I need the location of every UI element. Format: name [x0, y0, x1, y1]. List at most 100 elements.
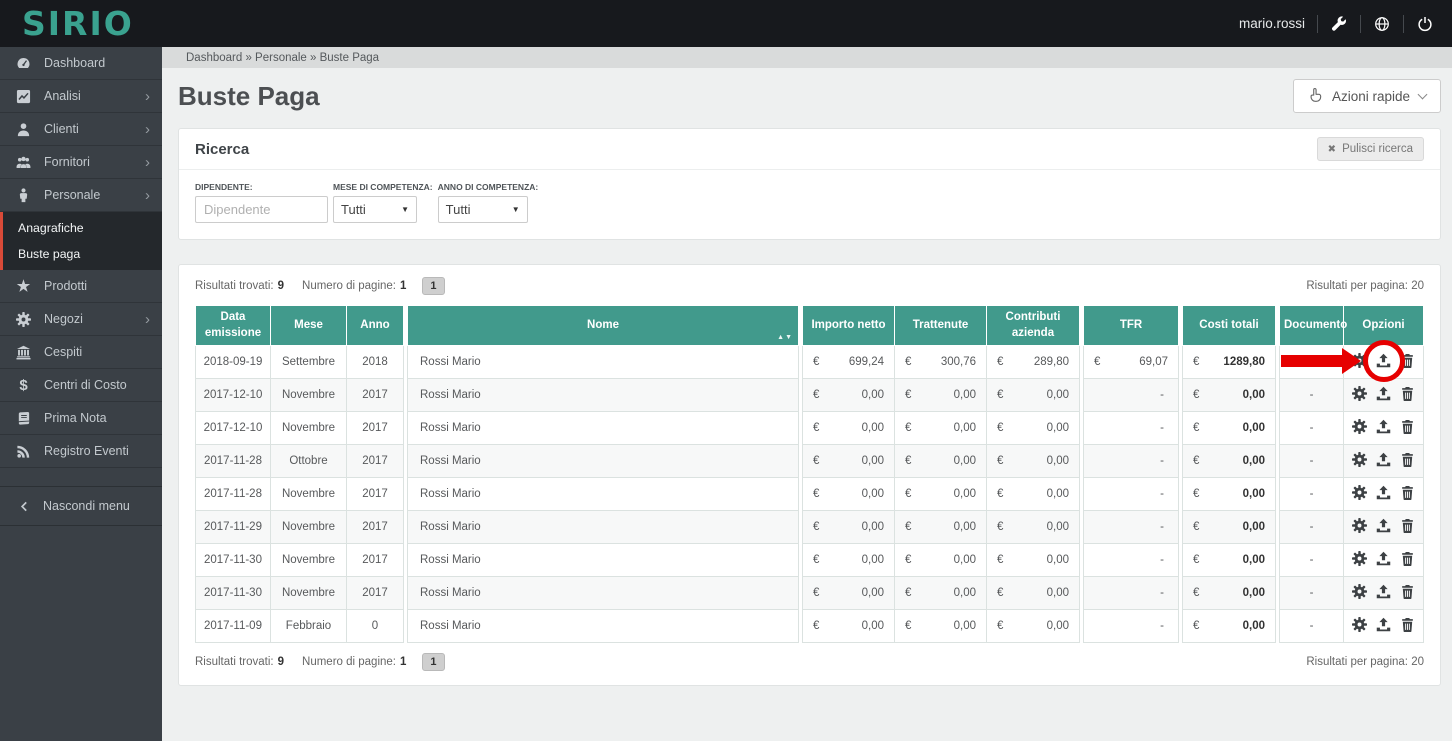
cell-anno: 0 [346, 609, 404, 644]
cell-opzioni [1343, 444, 1424, 479]
year-select[interactable]: Tutti ▼ [437, 196, 528, 223]
row-delete-button[interactable] [1400, 452, 1416, 468]
col-header-costi-totali: Costi totali [1182, 304, 1276, 347]
cell-tfr: - [1083, 444, 1179, 479]
row-delete-button[interactable] [1400, 518, 1416, 534]
cell-contributi-azienda: €0,00 [986, 444, 1080, 479]
gear-icon [1352, 550, 1367, 566]
row-upload-button[interactable] [1376, 419, 1392, 435]
row-upload-button[interactable] [1376, 584, 1392, 600]
row-settings-button[interactable] [1352, 385, 1368, 402]
table-row: 2018-09-19 Settembre 2018 Rossi Mario €699,2… [195, 345, 1424, 380]
sort-icons[interactable]: ▲▼ [777, 333, 793, 342]
sidebar-item-personale[interactable]: Personale › [0, 179, 162, 212]
row-settings-button[interactable] [1352, 517, 1368, 534]
row-upload-button[interactable] [1376, 551, 1392, 567]
trash-icon [1402, 353, 1413, 368]
cell-data-emissione: 2017-11-28 [195, 477, 271, 512]
quick-actions-button[interactable]: Azioni rapide [1292, 79, 1441, 113]
user-icon [17, 122, 30, 136]
year-select-value: Tutti [445, 202, 471, 217]
cell-anno: 2017 [346, 543, 404, 578]
cell-documento: - [1279, 510, 1344, 545]
row-settings-button[interactable] [1352, 451, 1368, 468]
cell-mese: Novembre [270, 576, 347, 611]
sidebar-item-cespiti[interactable]: Cespiti [0, 336, 162, 369]
cell-opzioni [1343, 543, 1424, 578]
row-settings-button[interactable] [1352, 550, 1368, 567]
sidebar-item-clienti[interactable]: Clienti › [0, 113, 162, 146]
cell-tfr: - [1083, 609, 1179, 644]
page-1-button[interactable]: 1 [422, 653, 445, 672]
cell-mese: Settembre [270, 345, 347, 380]
row-upload-button[interactable] [1376, 452, 1392, 468]
row-upload-button[interactable] [1376, 353, 1392, 369]
row-settings-button[interactable] [1352, 583, 1368, 600]
row-settings-button[interactable] [1352, 616, 1368, 633]
row-settings-button[interactable] [1352, 484, 1368, 501]
row-delete-button[interactable] [1400, 419, 1416, 435]
row-upload-button[interactable] [1376, 518, 1392, 534]
month-select[interactable]: Tutti ▼ [333, 196, 417, 223]
username[interactable]: mario.rossi [1239, 16, 1305, 31]
payslips-table: Data emissione Mese Anno Nome ▲▼ Importo … [195, 304, 1424, 644]
sidebar-item-registro-eventi[interactable]: Registro Eventi [0, 435, 162, 468]
breadcrumb-text[interactable]: Dashboard » Personale » Buste Paga [186, 52, 379, 64]
cell-costi-totali: €0,00 [1182, 444, 1276, 479]
row-upload-button[interactable] [1376, 386, 1392, 402]
cell-costi-totali: €0,00 [1182, 543, 1276, 578]
gear-icon [1352, 418, 1367, 434]
cell-trattenute: €0,00 [894, 378, 987, 413]
row-delete-button[interactable] [1400, 386, 1416, 402]
sidebar-item-prodotti[interactable]: ★ Prodotti [0, 270, 162, 303]
cell-anno: 2017 [346, 411, 404, 446]
wrench-icon[interactable] [1330, 15, 1348, 33]
cell-importo-netto: €0,00 [802, 576, 895, 611]
sidebar-subitem-anagrafiche[interactable]: Anagrafiche [3, 215, 162, 241]
cell-trattenute: €0,00 [894, 477, 987, 512]
cell-nome: Rossi Mario [407, 444, 799, 479]
per-page-value: 20 [1411, 280, 1424, 292]
cell-costi-totali: €0,00 [1182, 411, 1276, 446]
year-label: ANNO DI COMPETENZA: [437, 182, 539, 192]
sidebar-item-label: Fornitori [44, 155, 90, 169]
collapse-menu-button[interactable]: Nascondi menu [0, 486, 162, 526]
sidebar-item-centri-di-costo[interactable]: $ Centri di Costo [0, 369, 162, 402]
row-delete-button[interactable] [1400, 485, 1416, 501]
sidebar-item-label: Cespiti [44, 345, 83, 359]
sidebar-subitem-buste-paga[interactable]: Buste paga [3, 241, 162, 267]
sirio-logo[interactable]: SIRIO [22, 7, 134, 40]
globe-icon[interactable] [1373, 15, 1391, 33]
col-header-anno: Anno [346, 304, 404, 347]
row-delete-button[interactable] [1400, 617, 1416, 633]
sidebar-item-negozi[interactable]: Negozi › [0, 303, 162, 336]
sidebar-item-dashboard[interactable]: Dashboard [0, 47, 162, 80]
sidebar-item-label: Prodotti [44, 279, 88, 293]
sidebar-item-prima-nota[interactable]: Prima Nota [0, 402, 162, 435]
row-settings-button[interactable] [1352, 352, 1368, 369]
row-upload-button[interactable] [1376, 617, 1392, 633]
sidebar-item-analisi[interactable]: Analisi › [0, 80, 162, 113]
cell-nome: Rossi Mario [407, 345, 799, 380]
power-icon[interactable] [1416, 15, 1434, 33]
cell-costi-totali: €0,00 [1182, 609, 1276, 644]
cell-importo-netto: €0,00 [802, 477, 895, 512]
employee-input[interactable] [195, 196, 328, 223]
row-delete-button[interactable] [1400, 551, 1416, 567]
cell-data-emissione: 2017-11-29 [195, 510, 271, 545]
clear-search-button[interactable]: ✖ Pulisci ricerca [1316, 137, 1424, 161]
sidebar-item-fornitori[interactable]: Fornitori › [0, 146, 162, 179]
found-value: 9 [277, 656, 285, 669]
row-settings-button[interactable] [1352, 418, 1368, 435]
month-select-value: Tutti [341, 202, 366, 217]
cell-tfr: €69,07 [1083, 345, 1179, 380]
row-delete-button[interactable] [1400, 353, 1416, 369]
row-upload-button[interactable] [1376, 485, 1392, 501]
upload-icon [1376, 485, 1391, 499]
col-header-nome[interactable]: Nome ▲▼ [407, 304, 799, 347]
cell-importo-netto: €0,00 [802, 543, 895, 578]
cell-mese: Novembre [270, 411, 347, 446]
page-1-button[interactable]: 1 [422, 277, 445, 295]
row-delete-button[interactable] [1400, 584, 1416, 600]
col-header-contributi-azienda: Contributi azienda [986, 304, 1080, 347]
